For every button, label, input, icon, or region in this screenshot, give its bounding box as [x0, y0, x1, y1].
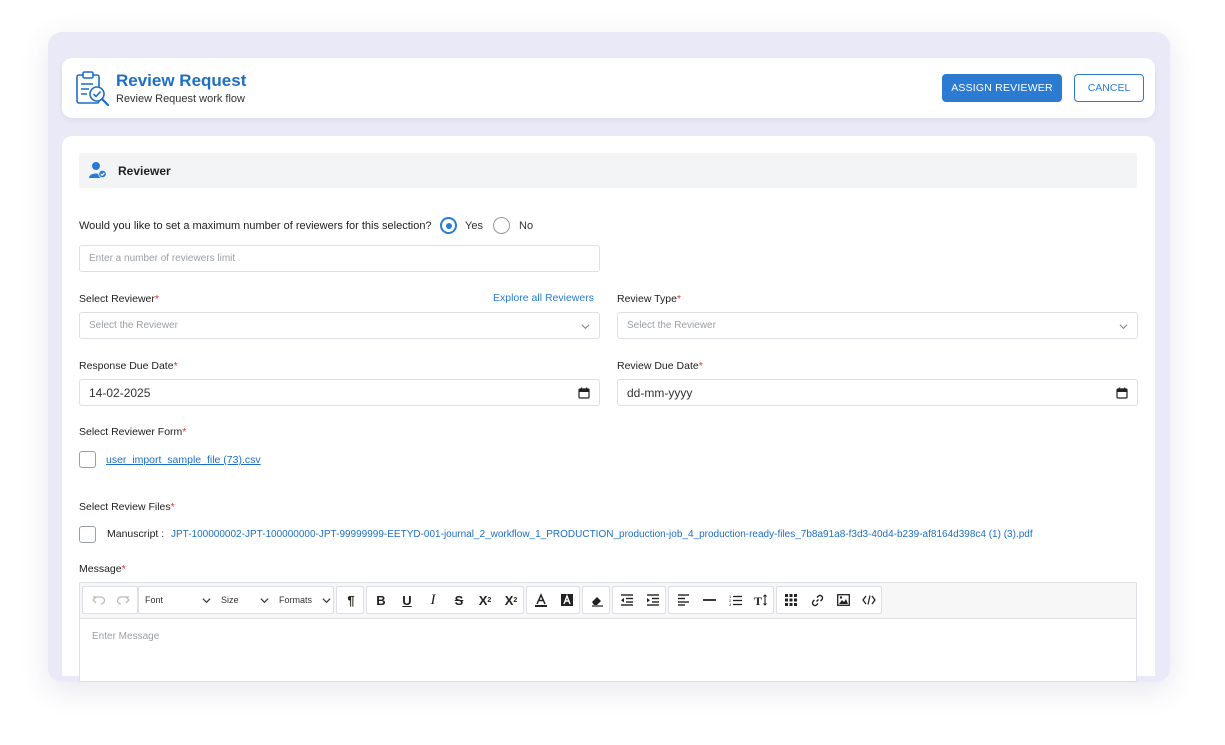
- reviewers-limit-placeholder: Enter a number of reviewers limit: [89, 253, 236, 264]
- review-due-label: Review Due Date*: [617, 360, 703, 372]
- reviewer-form-file-link[interactable]: user_import_sample_file (73).csv: [106, 454, 261, 466]
- calendar-icon[interactable]: [1116, 387, 1128, 399]
- select-reviewer-label: Select Reviewer*: [79, 293, 159, 305]
- reviewers-limit-input[interactable]: Enter a number of reviewers limit: [79, 245, 600, 272]
- code-view-icon[interactable]: [856, 587, 882, 613]
- line-height-icon[interactable]: T: [748, 587, 774, 613]
- form-panel: Reviewer Would you like to set a maximum…: [62, 136, 1155, 682]
- paragraph-group: ¶: [336, 586, 364, 614]
- review-due-value: dd-mm-yyyy: [627, 385, 693, 400]
- subscript-icon[interactable]: X2: [472, 587, 498, 613]
- reviewer-form-label: Select Reviewer Form*: [79, 426, 187, 438]
- formats-select[interactable]: Formats: [273, 587, 335, 613]
- indent-group: [612, 586, 666, 614]
- insert-group: [776, 586, 882, 614]
- assign-reviewer-button[interactable]: ASSIGN REVIEWER: [942, 74, 1062, 102]
- review-type-dropdown[interactable]: Select the Reviewer: [617, 312, 1138, 339]
- clipboard-review-icon: [76, 71, 110, 107]
- message-label: Message*: [79, 563, 126, 575]
- page-header: Review Request Review Request work flow …: [62, 58, 1155, 118]
- background-color-icon[interactable]: [554, 587, 580, 613]
- section-header: Reviewer: [79, 153, 1137, 188]
- manuscript-file-link[interactable]: JPT-100000002-JPT-100000000-JPT-99999999…: [171, 529, 1033, 540]
- block-group: 123 T: [668, 586, 774, 614]
- reviewer-form-checkbox[interactable]: [79, 451, 96, 468]
- review-type-placeholder: Select the Reviewer: [627, 320, 716, 331]
- chevron-down-icon: [202, 598, 211, 604]
- editor-toolbar: Font Size Formats ¶ B U I S X 2 X 2 1 2 …: [80, 583, 1136, 619]
- yes-radio-label: Yes: [465, 220, 483, 232]
- table-icon[interactable]: [778, 587, 804, 613]
- outdent-icon[interactable]: [614, 587, 640, 613]
- chevron-down-icon: [322, 598, 331, 604]
- app-frame: Review Request Review Request work flow …: [48, 32, 1170, 682]
- color-group: [526, 586, 580, 614]
- paragraph-icon[interactable]: ¶: [338, 587, 364, 613]
- max-reviewers-question: Would you like to set a maximum number o…: [79, 220, 432, 232]
- message-placeholder[interactable]: Enter Message: [92, 631, 159, 642]
- response-due-value: 14-02-2025: [89, 385, 151, 400]
- svg-text:T: T: [754, 594, 762, 606]
- horizontal-rule-icon[interactable]: [696, 587, 722, 613]
- no-radio[interactable]: [493, 217, 510, 234]
- text-color-icon[interactable]: [528, 587, 554, 613]
- explore-reviewers-link[interactable]: Explore all Reviewers: [493, 292, 594, 304]
- font-select[interactable]: Font: [139, 587, 215, 613]
- calendar-icon[interactable]: [578, 387, 590, 399]
- cancel-button[interactable]: CANCEL: [1074, 74, 1144, 102]
- review-type-label: Review Type*: [617, 293, 682, 305]
- align-left-icon[interactable]: [670, 587, 696, 613]
- underline-icon[interactable]: U: [394, 587, 420, 613]
- page-title: Review Request: [116, 71, 247, 90]
- review-due-date-input[interactable]: dd-mm-yyyy: [617, 379, 1138, 406]
- response-due-label: Response Due Date*: [79, 360, 178, 372]
- manuscript-label: Manuscript :: [107, 528, 165, 540]
- review-file-checkbox[interactable]: [79, 526, 96, 543]
- user-check-icon: [89, 162, 107, 179]
- response-due-date-input[interactable]: 14-02-2025: [79, 379, 600, 406]
- yes-radio[interactable]: [440, 217, 457, 234]
- text-style-group: B U I S X2 X2: [366, 586, 524, 614]
- page-subtitle: Review Request work flow: [116, 93, 245, 105]
- select-reviewer-dropdown[interactable]: Select the Reviewer: [79, 312, 600, 339]
- message-editor: Font Size Formats ¶ B U I S X 2 X 2 1 2 …: [79, 582, 1137, 682]
- select-reviewer-placeholder: Select the Reviewer: [89, 320, 178, 331]
- undo-icon[interactable]: [87, 587, 111, 613]
- chevron-down-icon: [1119, 324, 1128, 330]
- eraser-icon[interactable]: [584, 587, 610, 613]
- superscript-icon[interactable]: X2: [498, 587, 524, 613]
- numbered-list-icon[interactable]: 123: [722, 587, 748, 613]
- section-title: Reviewer: [118, 164, 171, 178]
- chevron-down-icon: [581, 324, 590, 330]
- redo-icon[interactable]: [111, 587, 135, 613]
- image-icon[interactable]: [830, 587, 856, 613]
- bold-icon[interactable]: B: [368, 587, 394, 613]
- font-group: Font Size Formats: [138, 586, 334, 614]
- chevron-down-icon: [260, 598, 269, 604]
- indent-icon[interactable]: [640, 587, 666, 613]
- review-files-label: Select Review Files*: [79, 501, 175, 513]
- clear-format-group: [582, 586, 610, 614]
- history-group: [82, 586, 138, 614]
- link-icon[interactable]: [804, 587, 830, 613]
- strikethrough-icon[interactable]: S: [446, 587, 472, 613]
- italic-icon[interactable]: I: [420, 587, 446, 613]
- no-radio-label: No: [519, 220, 534, 232]
- size-select[interactable]: Size: [215, 587, 273, 613]
- svg-text:3: 3: [729, 602, 732, 606]
